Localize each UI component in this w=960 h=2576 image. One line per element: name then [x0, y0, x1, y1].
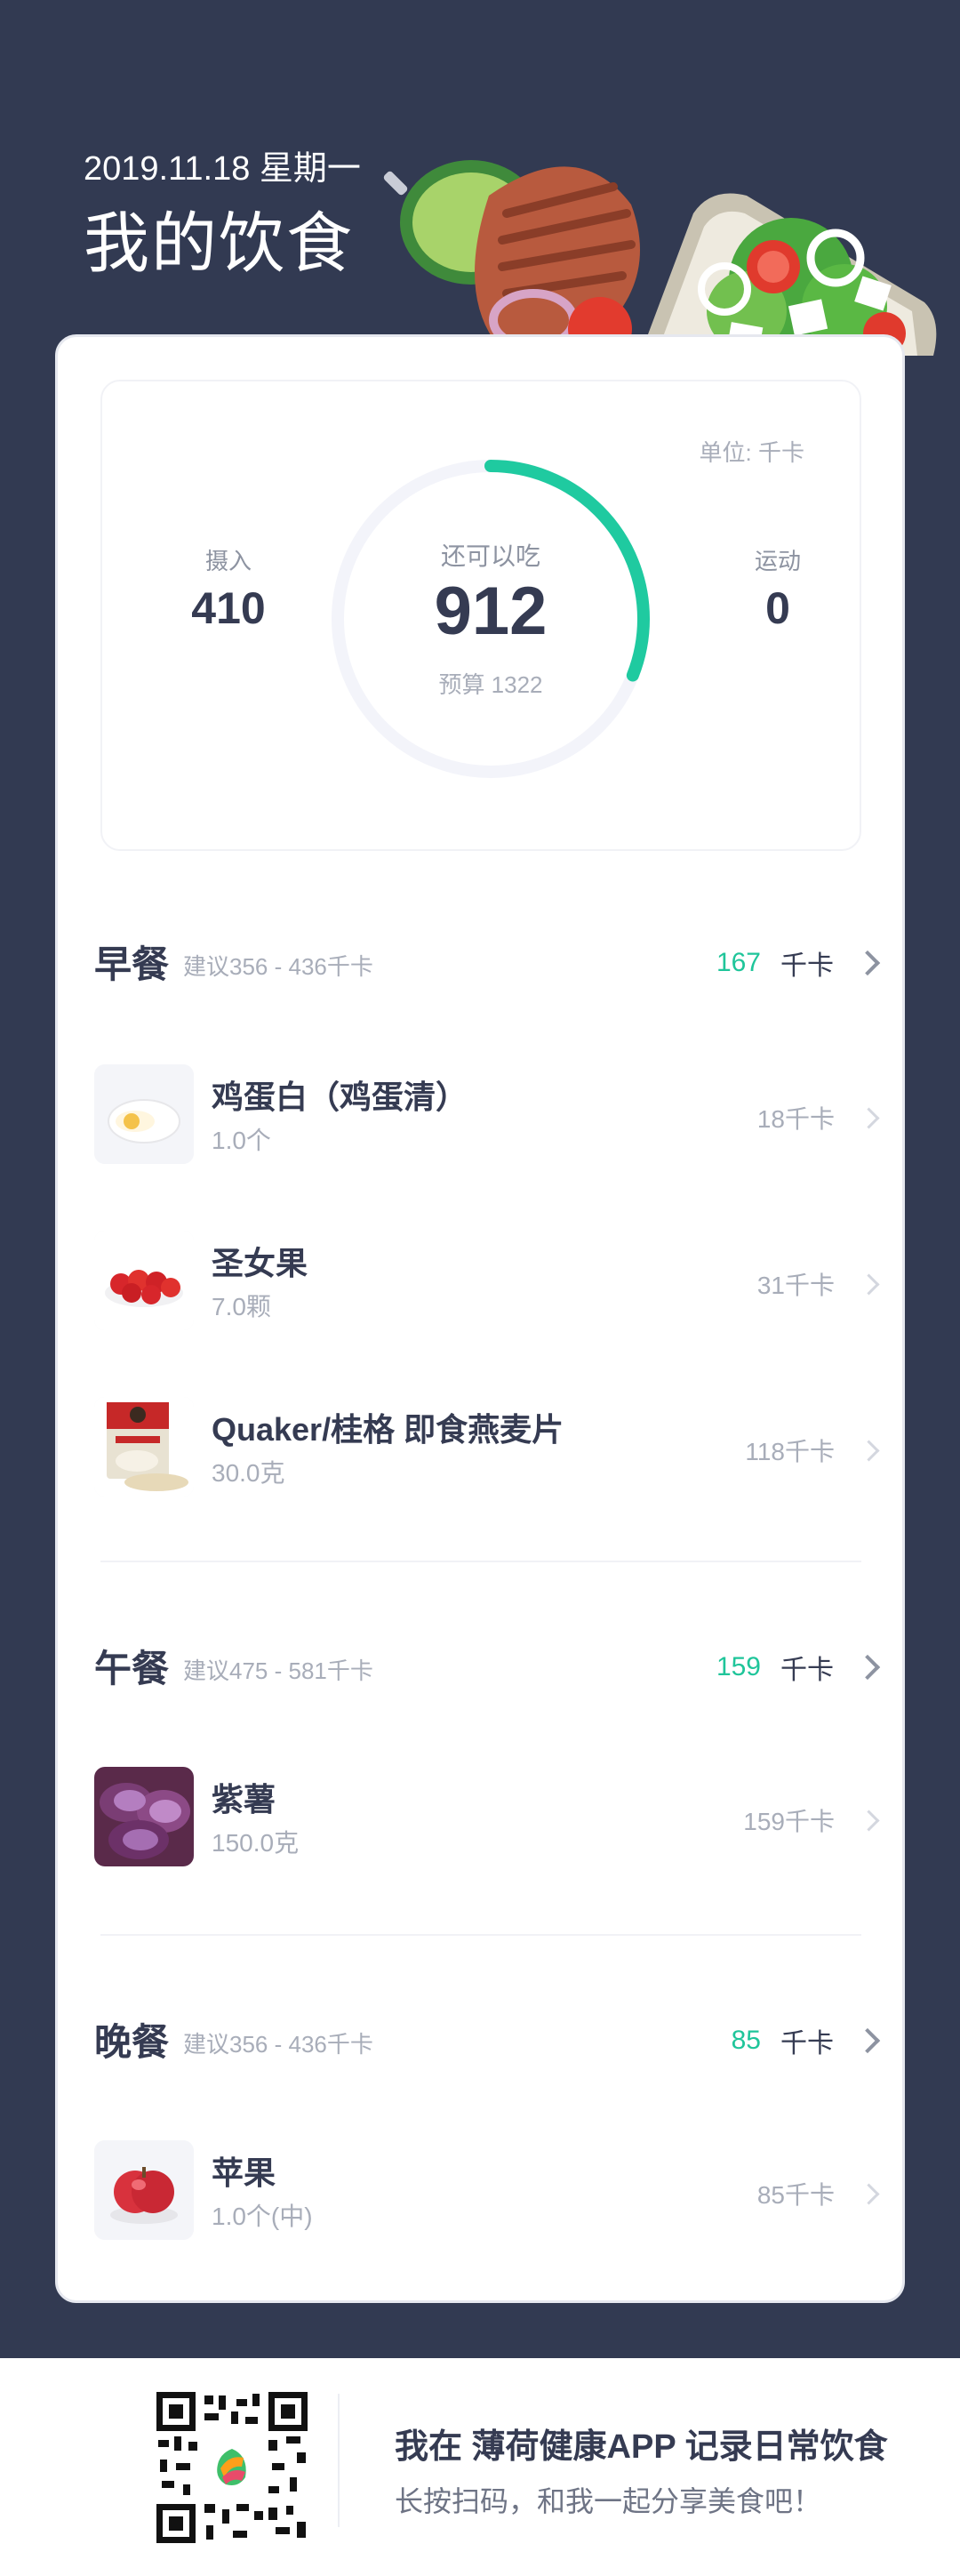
meal-dinner-header[interactable]: 晚餐 建议356 - 436千卡 85 千卡 [94, 2007, 881, 2069]
meal-kcal-value: 167 [716, 948, 761, 977]
unit-label: 单位: 千卡 [699, 439, 804, 466]
meal-name: 午餐 [94, 1648, 170, 1689]
food-kcal-value: 31千卡 [756, 1272, 835, 1299]
meal-kcal-unit: 千卡 [780, 2029, 834, 2058]
food-kcal: 18千卡 [756, 1100, 880, 1136]
food-quantity: 1.0个 [212, 1127, 271, 1154]
intake-label: 摄入 [204, 548, 252, 574]
meal-name: 早餐 [94, 943, 170, 985]
food-quantity: 7.0颗 [212, 1293, 271, 1320]
exercise-value: 0 [765, 583, 790, 633]
food-name: Quaker/桂格 即食燕麦片 [212, 1411, 564, 1448]
purple-sweet-potato-icon [94, 1767, 194, 1866]
chevron-right-icon [854, 1654, 881, 1681]
meal-kcal: 159 千卡 [716, 1648, 881, 1687]
meal-kcal-unit: 千卡 [780, 951, 834, 981]
meal-kcal-value: 159 [716, 1652, 761, 1681]
chevron-right-icon [854, 950, 881, 976]
date-text: 2019.11.18 星期一 [84, 150, 361, 188]
divider [100, 1561, 861, 1562]
egg-white-icon [94, 1064, 194, 1164]
food-name: 圣女果 [212, 1245, 308, 1281]
diet-card: 单位: 千卡 摄入 410 还可以吃 912 预算 1322 运动 0 早餐 建… [55, 334, 905, 2303]
meal-name: 晚餐 [94, 2021, 170, 2063]
chevron-right-icon [858, 2182, 880, 2205]
chevron-right-icon [858, 1272, 880, 1296]
food-kcal-value: 85千卡 [756, 2181, 835, 2209]
page-title: 我的饮食 [84, 206, 354, 280]
ring-center: 还可以吃 912 预算 1322 [322, 450, 660, 788]
oatmeal-package-icon [94, 1397, 194, 1497]
exercise-label: 运动 [754, 548, 801, 574]
chevron-right-icon [854, 2027, 881, 2054]
food-item[interactable]: 圣女果 7.0颗 31千卡 [94, 1231, 880, 1337]
meal-kcal-unit: 千卡 [780, 1656, 834, 1685]
chevron-right-icon [858, 1106, 880, 1129]
meal-suggestion: 建议356 - 436千卡 [183, 953, 373, 980]
food-name: 苹果 [212, 2155, 276, 2191]
divider [100, 1934, 861, 1936]
meal-kcal: 167 千卡 [716, 943, 881, 983]
qr-code[interactable] [156, 2392, 308, 2543]
food-kcal: 31千卡 [756, 1266, 880, 1302]
food-item[interactable]: 紫薯 150.0克 159千卡 [94, 1767, 880, 1874]
share-footer: 我在 薄荷健康APP 记录日常饮食 长按扫码，和我一起分享美食吧！ [0, 2358, 960, 2576]
meal-breakfast-header[interactable]: 早餐 建议356 - 436千卡 167 千卡 [94, 929, 881, 991]
meal-suggestion: 建议356 - 436千卡 [183, 2031, 373, 2058]
food-illustration [383, 160, 937, 356]
food-kcal: 159千卡 [743, 1802, 880, 1838]
remaining-value: 912 [434, 574, 548, 649]
calorie-summary: 单位: 千卡 摄入 410 还可以吃 912 预算 1322 运动 0 [100, 380, 861, 851]
budget-text: 预算 1322 [438, 671, 543, 698]
intake-value: 410 [191, 583, 266, 633]
meal-kcal: 85 千卡 [731, 2021, 881, 2060]
footer-title: 我在 薄荷健康APP 记录日常饮食 [395, 2428, 888, 2466]
meal-lunch-header[interactable]: 午餐 建议475 - 581千卡 159 千卡 [94, 1633, 881, 1696]
header: 2019.11.18 星期一 我的饮食 [0, 0, 960, 356]
footer-subtitle: 长按扫码，和我一起分享美食吧！ [395, 2485, 822, 2517]
food-item[interactable]: 苹果 1.0个(中) 85千卡 [94, 2140, 880, 2247]
food-item[interactable]: Quaker/桂格 即食燕麦片 30.0克 118千卡 [94, 1397, 880, 1504]
meal-suggestion: 建议475 - 581千卡 [183, 1657, 373, 1684]
food-kcal: 118千卡 [745, 1432, 880, 1468]
food-quantity: 30.0克 [212, 1459, 285, 1487]
chevron-right-icon [858, 1439, 880, 1462]
food-kcal: 85千卡 [756, 2176, 880, 2211]
meal-kcal-value: 85 [731, 2026, 761, 2055]
remaining-label: 还可以吃 [440, 542, 540, 570]
food-kcal-value: 159千卡 [743, 1808, 835, 1835]
footer-separator [338, 2394, 340, 2527]
food-quantity: 1.0个(中) [212, 2203, 313, 2230]
apple-icon [94, 2140, 194, 2240]
food-item[interactable]: 鸡蛋白（鸡蛋清） 1.0个 18千卡 [94, 1064, 880, 1171]
cherry-tomato-icon [94, 1231, 194, 1330]
food-quantity: 150.0克 [212, 1829, 300, 1857]
food-kcal-value: 118千卡 [745, 1438, 835, 1465]
food-kcal-value: 18千卡 [756, 1105, 835, 1133]
food-name: 紫薯 [212, 1781, 276, 1818]
food-name: 鸡蛋白（鸡蛋清） [212, 1079, 468, 1115]
chevron-right-icon [858, 1809, 880, 1832]
